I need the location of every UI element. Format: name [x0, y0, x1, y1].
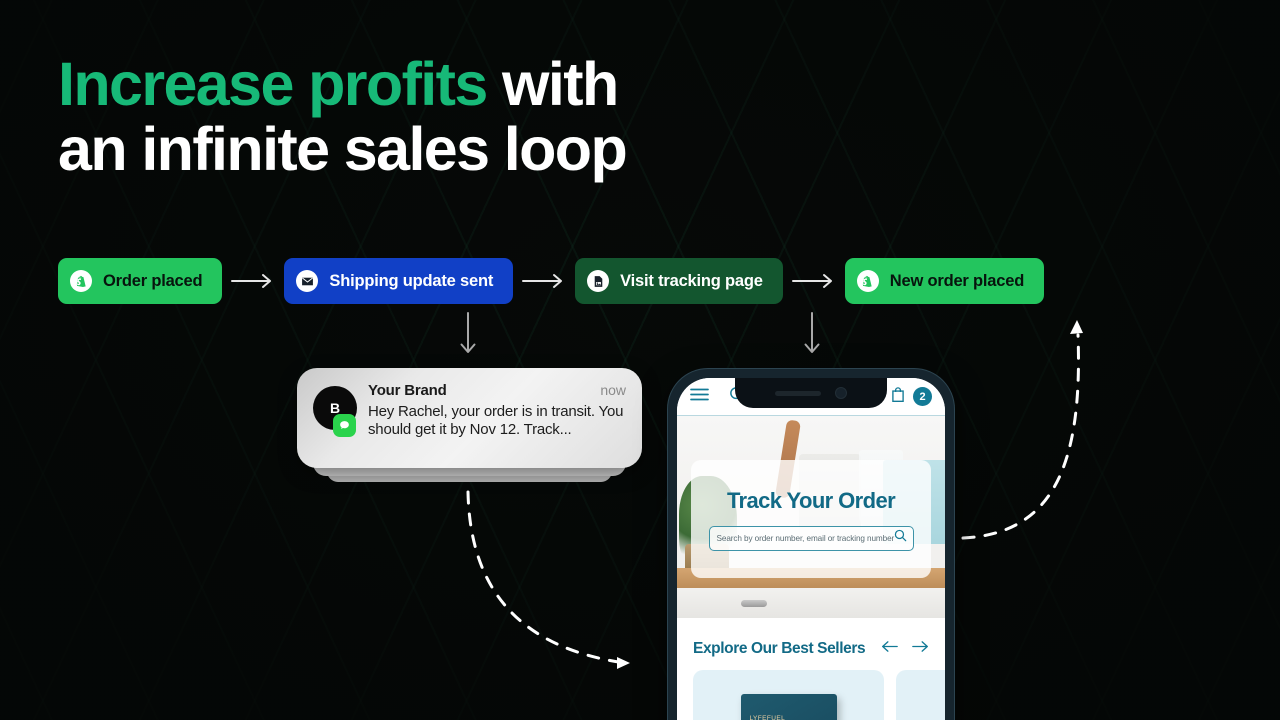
product-pouch-image: LYFEFUEL: [740, 694, 837, 720]
product-brand: LYFEFUEL: [749, 714, 786, 720]
best-sellers-header: Explore Our Best Sellers: [693, 640, 929, 658]
sms-bubble-icon: [333, 414, 356, 437]
cart-count-badge: 2: [913, 387, 932, 406]
hero-cabinet: [677, 588, 945, 618]
search-icon[interactable]: [894, 529, 907, 547]
flow-step-label: Shipping update sent: [329, 271, 494, 290]
arrow-right-icon: [513, 273, 575, 289]
shopify-bag-icon: [70, 270, 92, 292]
arrow-left-icon[interactable]: [881, 640, 898, 658]
headline-rest: with: [486, 50, 619, 118]
notification-timestamp: now: [600, 382, 626, 398]
tracking-search-input[interactable]: Search by order number, email or trackin…: [708, 525, 914, 551]
flow-step-new-order-placed[interactable]: New order placed: [844, 258, 1045, 304]
store-hero: Track Your Order Search by order number,…: [677, 416, 945, 618]
product-card[interactable]: LYFEFUEL: [693, 670, 884, 720]
notification-message: Hey Rachel, your order is in transit. Yo…: [368, 403, 624, 439]
flow-step-order-placed[interactable]: Order placed: [58, 258, 223, 304]
envelope-icon: [296, 270, 319, 292]
topbar-right: 2: [890, 386, 932, 408]
flow-step-label: Order placed: [103, 271, 203, 290]
phone-mockup: 2 Track Your Order Search by order numbe…: [668, 369, 954, 720]
document-icon: [587, 270, 610, 292]
best-sellers-carousel[interactable]: LYFEFUEL: [693, 670, 945, 720]
tracking-title: Track Your Order: [726, 487, 896, 513]
flow-step-shipping-update[interactable]: Shipping update sent: [284, 258, 514, 304]
arrow-right-icon: [222, 273, 284, 289]
avatar-wrapper: B: [313, 386, 357, 437]
tracking-overlay-card: Track Your Order Search by order number,…: [691, 460, 931, 578]
hero-cabinet-handle: [741, 600, 767, 607]
best-sellers-nav: [881, 640, 929, 658]
page-title: Increase profits with an infinite sales …: [58, 50, 628, 184]
arrow-right-icon: [783, 273, 845, 289]
best-sellers-title: Explore Our Best Sellers: [693, 640, 866, 657]
notification-brand: Your Brand: [368, 382, 447, 399]
hamburger-menu-icon[interactable]: [690, 388, 709, 406]
shopping-bag-icon[interactable]: [890, 386, 906, 408]
headline-line2: an infinite sales loop: [58, 115, 628, 184]
product-card[interactable]: [896, 670, 945, 720]
arrow-down-icon: [456, 312, 480, 363]
phone-screen: 2 Track Your Order Search by order numbe…: [677, 378, 945, 720]
speaker-grill: [775, 390, 821, 396]
arrow-down-icon: [800, 312, 824, 363]
flow-step-visit-tracking[interactable]: Visit tracking page: [575, 258, 783, 304]
notification-card[interactable]: B Your Brand now Hey Rachel, your order …: [297, 368, 642, 468]
front-camera: [835, 387, 847, 399]
tracking-search-placeholder: Search by order number, email or trackin…: [716, 533, 895, 543]
phone-notch: [735, 378, 887, 408]
headline-accent: Increase profits: [58, 50, 488, 118]
notification-body: Your Brand now Hey Rachel, your order is…: [357, 382, 626, 440]
best-sellers-section: Explore Our Best Sellers LYFEFUEL: [677, 624, 945, 720]
flow-step-label: Visit tracking page: [620, 271, 763, 290]
poster-canvas: Increase profits with an infinite sales …: [0, 0, 1280, 720]
arrow-right-icon[interactable]: [912, 640, 929, 658]
flow-step-label: New order placed: [889, 271, 1025, 290]
flow-steps: Order placed Shipping update sent Visit …: [58, 258, 1045, 304]
notification-header: Your Brand now: [368, 382, 626, 399]
shopify-bag-icon: [856, 270, 879, 292]
